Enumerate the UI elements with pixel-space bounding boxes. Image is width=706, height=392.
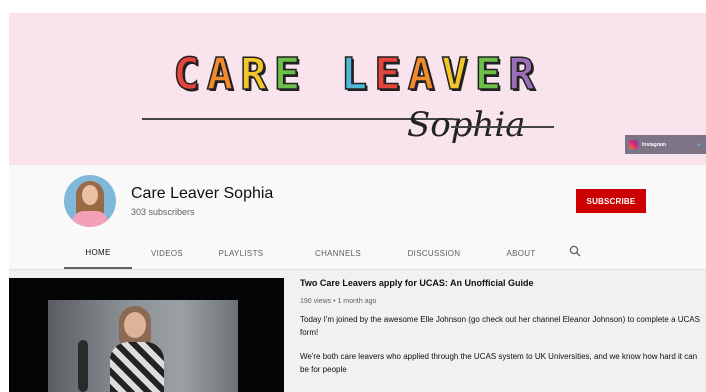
video-title[interactable]: Two Care Leavers apply for UCAS: An Unof…: [300, 278, 700, 288]
tab-playlists[interactable]: PLAYLISTS: [204, 237, 278, 269]
tab-home[interactable]: HOME: [64, 237, 132, 269]
banner-letter: E: [474, 48, 509, 101]
subscriber-count: 303 subscribers: [131, 207, 195, 217]
banner-letter: E: [374, 48, 408, 101]
channel-banner: CARE LEAVER Sophia Instagram ✦: [9, 13, 706, 165]
description-paragraph: We're both care leavers who applied thro…: [300, 352, 698, 374]
video-description: Today I'm joined by the awesome Elle Joh…: [300, 313, 700, 376]
description-paragraph: Today I'm joined by the awesome Elle Joh…: [300, 315, 700, 337]
banner-letter: E: [273, 48, 308, 101]
channel-name[interactable]: Care Leaver Sophia: [131, 185, 273, 203]
featured-video-details: Two Care Leavers apply for UCAS: An Unof…: [300, 278, 700, 387]
tab-about[interactable]: ABOUT: [492, 237, 550, 269]
banner-title: CARE LEAVER: [9, 48, 706, 101]
banner-letter: L: [340, 48, 375, 101]
instagram-label[interactable]: Instagram: [642, 142, 666, 148]
channel-header: Care Leaver Sophia 303 subscribers SUBSC…: [9, 165, 706, 270]
video-thumbnail[interactable]: [48, 300, 238, 392]
banner-signature: Sophia: [407, 105, 526, 145]
tab-videos[interactable]: VIDEOS: [136, 237, 198, 269]
video-meta: 190 views • 1 month ago: [300, 298, 377, 305]
banner-letter: V: [441, 48, 475, 101]
tab-discussion[interactable]: DISCUSSION: [396, 237, 472, 269]
banner-letter: C: [173, 48, 207, 101]
subscribe-button[interactable]: SUBSCRIBE: [576, 189, 646, 213]
search-icon[interactable]: [569, 245, 581, 257]
social-links[interactable]: Instagram ✦: [625, 135, 706, 154]
banner-letter: A: [407, 48, 442, 101]
banner-underline-right: [451, 126, 554, 128]
banner-letter: R: [240, 48, 274, 101]
banner-letter: [307, 49, 341, 100]
tab-channels[interactable]: CHANNELS: [304, 237, 372, 269]
twitter-icon[interactable]: ✦: [696, 141, 702, 149]
banner-letter: A: [206, 48, 241, 101]
banner-letter: R: [508, 48, 542, 101]
featured-video-player[interactable]: [9, 278, 284, 392]
instagram-icon[interactable]: [629, 140, 638, 149]
channel-page: CARE LEAVER Sophia Instagram ✦ Care Leav…: [9, 13, 706, 392]
avatar[interactable]: [64, 175, 116, 227]
